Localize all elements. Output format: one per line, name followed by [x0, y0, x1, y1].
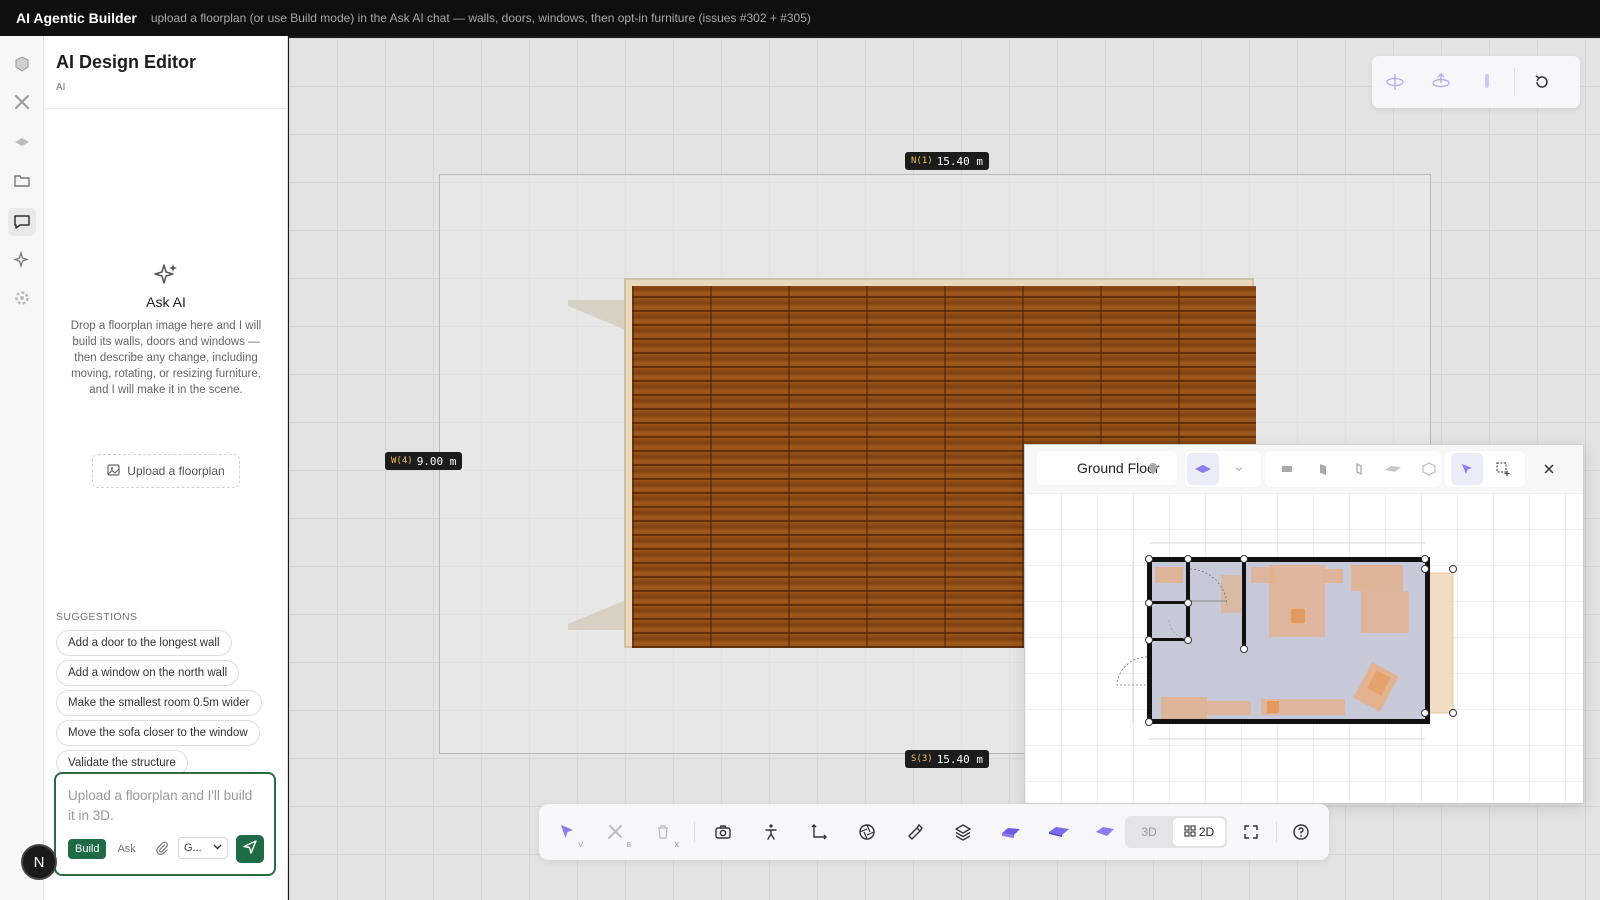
view-3d-button[interactable]: 3D: [1127, 818, 1171, 846]
dimension-key: S(3): [911, 754, 933, 764]
toolbar-divider: [694, 822, 695, 842]
view-mode-toggle: 3D 2D: [1125, 816, 1227, 848]
main-toolbar: V B X 3D 2D: [539, 804, 1329, 860]
wall-tool-icon[interactable]: [1271, 453, 1303, 485]
slab-tool-icon[interactable]: [1377, 453, 1409, 485]
chat-icon[interactable]: [8, 208, 36, 236]
close-icon[interactable]: [1533, 453, 1565, 485]
panel-subtitle: AI: [56, 82, 66, 93]
furniture-tool-icon[interactable]: [1413, 453, 1445, 485]
sparkles-icon: [153, 262, 179, 288]
paint-icon[interactable]: [897, 814, 933, 850]
ask-ai-description: Drop a floorplan image here and I will b…: [70, 320, 262, 396]
floor-mid-icon[interactable]: [1041, 814, 1077, 850]
hotkey-label: B: [626, 842, 631, 849]
grid-icon: [1184, 824, 1196, 840]
layers-icon[interactable]: [945, 814, 981, 850]
hotkey-label: X: [674, 842, 679, 849]
user-avatar[interactable]: N: [21, 844, 57, 880]
app-title: AI Agentic Builder: [16, 10, 137, 26]
orbit-horizontal-icon[interactable]: [1372, 56, 1418, 108]
model-select[interactable]: G...: [178, 837, 228, 859]
window-tool-icon[interactable]: [1343, 453, 1375, 485]
dimension-key: N(1): [911, 156, 933, 166]
hotkey-label: V: [578, 842, 583, 849]
dimension-value: 15.40 m: [936, 154, 984, 168]
camera-controls: [1372, 56, 1580, 108]
view-2d-button[interactable]: 2D: [1173, 818, 1225, 846]
panel-divider: [44, 108, 288, 109]
paperclip-icon[interactable]: [152, 838, 172, 858]
delete-button[interactable]: X: [645, 814, 681, 850]
send-icon: [243, 839, 257, 859]
reset-view-icon[interactable]: [1519, 56, 1565, 108]
suggestion-chip[interactable]: Add a door to the longest wall: [56, 630, 232, 656]
dimension-value: 9.00 m: [416, 454, 457, 468]
panel-title: AI Design Editor: [56, 52, 197, 72]
chat-composer: Upload a floorplan and I'll build it in …: [54, 772, 276, 876]
send-button[interactable]: [236, 835, 264, 863]
suggestion-chip[interactable]: Make the smallest room 0.5m wider: [56, 690, 262, 716]
suggestion-chip[interactable]: Add a window on the north wall: [56, 660, 240, 686]
controls-divider: [1514, 68, 1515, 96]
gear-icon[interactable]: [10, 286, 34, 310]
toolbar-divider: [1276, 822, 1277, 842]
ask-ai-empty-state: Ask AI Drop a floorplan image here and I…: [56, 262, 276, 398]
select-tool-button[interactable]: V: [549, 814, 585, 850]
floor-low-icon[interactable]: [993, 814, 1029, 850]
floorplan-svg: [1116, 542, 1457, 740]
model-select-value: G...: [184, 842, 202, 854]
chat-input[interactable]: Upload a floorplan and I'll build it in …: [68, 786, 258, 826]
dimension-label-north: N(1) 15.40 m: [905, 152, 990, 170]
suggestion-chip[interactable]: Move the sofa closer to the window: [56, 720, 260, 746]
cursor-icon[interactable]: [1451, 453, 1483, 485]
3d-viewport[interactable]: N(1) 15.40 m W(4) 9.00 m S(3) 15.40 m Gr…: [289, 36, 1600, 900]
wall-shadow: [568, 600, 626, 630]
cube-icon[interactable]: [10, 52, 34, 76]
dimension-label-west: W(4) 9.00 m: [385, 452, 463, 470]
chevron-down-icon[interactable]: [1223, 453, 1255, 485]
floorplan-drawing[interactable]: [1025, 493, 1583, 803]
mode-toggle: Build Ask: [68, 838, 143, 860]
orbit-vertical-icon[interactable]: [1418, 56, 1464, 108]
floor-high-icon[interactable]: [1087, 814, 1123, 850]
marquee-select-icon[interactable]: [1487, 453, 1519, 485]
upload-floorplan-button[interactable]: Upload a floorplan: [92, 454, 240, 488]
fullscreen-icon[interactable]: [1233, 814, 1269, 850]
layers-icon[interactable]: [10, 130, 34, 154]
sparkles-icon[interactable]: [10, 248, 34, 272]
app-subtitle: upload a floorplan (or use Build mode) i…: [150, 11, 811, 25]
upload-floorplan-label: Upload a floorplan: [127, 464, 225, 478]
help-icon[interactable]: [1283, 814, 1319, 850]
door-tool-icon[interactable]: [1307, 453, 1339, 485]
dimension-key: W(4): [391, 456, 413, 466]
measure-icon[interactable]: [801, 814, 837, 850]
ask-mode-button[interactable]: Ask: [110, 839, 142, 859]
tilt-icon[interactable]: [1464, 56, 1510, 108]
chevron-down-icon: [213, 842, 222, 854]
floorplan-toolbar: Ground Floor: [1025, 445, 1583, 493]
dimension-value: 15.40 m: [936, 752, 984, 766]
aperture-icon[interactable]: [849, 814, 885, 850]
camera-icon[interactable]: [705, 814, 741, 850]
tools-icon[interactable]: [10, 90, 34, 114]
pin-icon[interactable]: [1137, 453, 1169, 485]
cut-tool-button[interactable]: B: [597, 814, 633, 850]
dimension-label-south: S(3) 15.40 m: [905, 750, 990, 768]
app-header: AI Agentic Builder upload a floorplan (o…: [0, 0, 1600, 36]
suggestions-header: SUGGESTIONS: [56, 611, 138, 623]
floorplan-2d-window[interactable]: Ground Floor: [1024, 444, 1584, 804]
build-mode-button[interactable]: Build: [68, 839, 107, 859]
image-upload-icon: [107, 463, 121, 480]
floor-layer-icon[interactable]: [1187, 453, 1219, 485]
wall-shadow: [568, 300, 626, 330]
ai-chat-panel: AI Design Editor AI Ask AI Drop a floorp…: [44, 36, 288, 900]
ask-ai-heading: Ask AI: [146, 294, 186, 310]
walk-mode-icon[interactable]: [753, 814, 789, 850]
view-2d-label: 2D: [1198, 825, 1215, 839]
icon-rail: [0, 36, 44, 900]
folder-icon[interactable]: [10, 168, 34, 192]
